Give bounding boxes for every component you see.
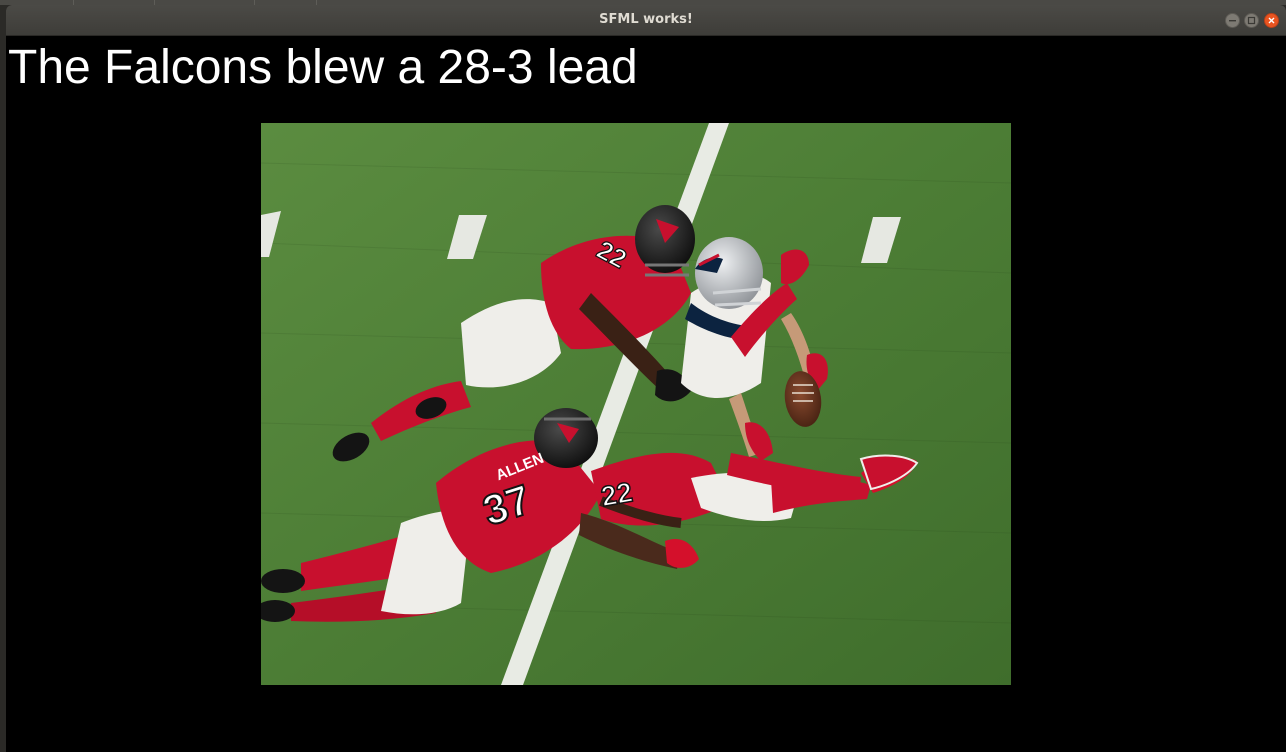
app-window: SFML works! The Falcons blew a 28-3 lead [6, 5, 1286, 752]
maximize-button[interactable] [1244, 13, 1259, 28]
close-icon [1267, 16, 1276, 25]
svg-text:22: 22 [599, 476, 635, 512]
minimize-icon [1228, 16, 1237, 25]
window-titlebar[interactable]: SFML works! [6, 5, 1286, 36]
minimize-button[interactable] [1225, 13, 1240, 28]
headline-text: The Falcons blew a 28-3 lead [8, 41, 638, 94]
maximize-icon [1247, 16, 1256, 25]
window-title: SFML works! [599, 12, 693, 27]
sfml-render-canvas: The Falcons blew a 28-3 lead 37 ALLEN 22… [6, 36, 1286, 752]
close-button[interactable] [1264, 13, 1279, 28]
desktop-background: SFML works! The Falcons blew a 28-3 lead [0, 0, 1286, 752]
football-photo: 37 ALLEN 22 22 [261, 123, 1011, 685]
